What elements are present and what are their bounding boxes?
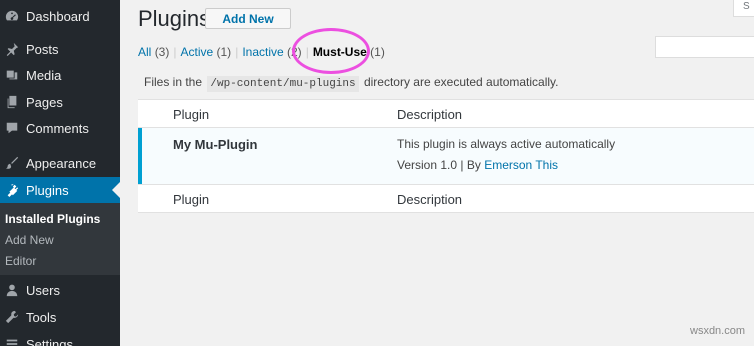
active-menu-arrow <box>112 182 120 198</box>
user-icon <box>4 282 20 298</box>
brush-icon <box>4 155 20 171</box>
dashboard-icon <box>4 8 20 24</box>
filter-all[interactable]: All (3) <box>138 45 169 59</box>
sidebar-item-plugins[interactable]: Plugins <box>0 177 120 203</box>
plugin-author-link[interactable]: Emerson This <box>484 158 558 172</box>
sidebar-item-dashboard[interactable]: Dashboard <box>0 5 120 27</box>
sidebar-item-media[interactable]: Media <box>0 64 120 86</box>
table-row: My Mu-Plugin This plugin is always activ… <box>138 128 754 184</box>
page-title: Plugins <box>138 6 211 31</box>
search-plugins-input[interactable] <box>655 36 754 58</box>
wrench-icon <box>4 309 20 325</box>
sidebar-item-label: Settings <box>26 336 73 346</box>
mu-plugins-note: Files in the /wp-content/mu-plugins dire… <box>144 75 559 92</box>
sidebar-item-tools[interactable]: Tools <box>0 306 120 328</box>
sidebar-item-label: Media <box>26 67 62 83</box>
comment-icon <box>4 120 20 136</box>
sidebar-item-label: Appearance <box>26 155 97 171</box>
sidebar-item-label: Dashboard <box>26 8 90 24</box>
plug-icon <box>4 182 20 198</box>
add-new-button[interactable]: Add New <box>205 8 291 29</box>
admin-sidebar: Dashboard Posts Media Pages Comments App… <box>0 0 120 346</box>
column-footer-plugin: Plugin <box>173 192 210 207</box>
sidebar-item-pages[interactable]: Pages <box>0 91 120 113</box>
sidebar-item-label: Comments <box>26 120 89 136</box>
settings-icon <box>4 336 20 346</box>
mu-plugins-path: /wp-content/mu-plugins <box>207 76 359 92</box>
column-footer-description: Description <box>397 192 463 207</box>
filter-active[interactable]: Active (1) <box>180 45 231 59</box>
sidebar-item-appearance[interactable]: Appearance <box>0 152 120 174</box>
plugins-table: Plugin Description My Mu-Plugin This plu… <box>138 99 754 213</box>
column-header-plugin: Plugin <box>173 107 210 122</box>
submenu-installed-plugins[interactable]: Installed Plugins <box>5 212 100 226</box>
sidebar-item-label: Tools <box>26 309 57 325</box>
plugins-submenu: Installed Plugins Add New Editor <box>0 203 120 275</box>
column-header-description: Description <box>397 107 463 122</box>
plugin-description: This plugin is always active automatical… <box>397 137 616 151</box>
media-icon <box>4 67 20 83</box>
table-footer: Plugin Description <box>138 184 754 213</box>
table-header: Plugin Description <box>138 99 754 128</box>
sidebar-item-users[interactable]: Users <box>0 279 120 301</box>
sidebar-item-label: Posts <box>26 41 59 57</box>
sidebar-item-label: Plugins <box>26 182 69 198</box>
submenu-add-new[interactable]: Add New <box>5 233 54 247</box>
pin-icon <box>4 41 20 57</box>
sidebar-item-settings[interactable]: Settings <box>0 333 120 346</box>
screen-options-button[interactable]: S <box>733 0 754 17</box>
sidebar-item-label: Pages <box>26 94 63 110</box>
pages-icon <box>4 94 20 110</box>
submenu-editor[interactable]: Editor <box>5 254 36 268</box>
sidebar-item-label: Users <box>26 282 60 298</box>
watermark: wsxdn.com <box>690 325 746 337</box>
plugin-name: My Mu-Plugin <box>173 137 258 152</box>
sidebar-item-posts[interactable]: Posts <box>0 38 120 60</box>
highlight-annotation-oval <box>292 28 370 74</box>
sidebar-item-comments[interactable]: Comments <box>0 117 120 139</box>
plugin-meta: Version 1.0 | By Emerson This <box>397 158 558 172</box>
